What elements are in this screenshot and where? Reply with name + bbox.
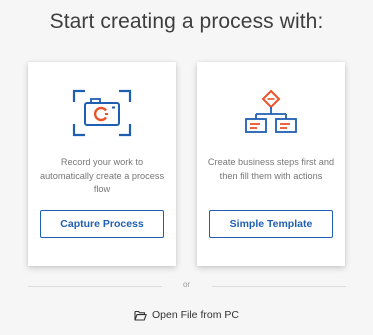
camera-capture-icon (28, 88, 176, 148)
divider-right (212, 286, 346, 287)
creation-options: Record your work to automatically create… (28, 62, 345, 266)
simple-template-button[interactable]: Simple Template (209, 210, 333, 238)
start-screen: Start creating a process with: Record yo… (0, 0, 373, 335)
open-file-button[interactable]: Open File from PC (134, 307, 239, 323)
flowchart-template-icon (197, 88, 345, 148)
capture-process-card[interactable]: Record your work to automatically create… (28, 62, 176, 266)
page-title: Start creating a process with: (49, 10, 324, 33)
capture-process-description: Record your work to automatically create… (39, 157, 165, 195)
folder-open-icon (134, 310, 147, 321)
simple-template-card[interactable]: Create business steps first and then fil… (197, 62, 345, 266)
capture-process-button[interactable]: Capture Process (40, 210, 164, 238)
simple-template-description: Create business steps first and then fil… (207, 157, 335, 181)
open-file-label: Open File from PC (152, 309, 239, 321)
divider-or-label: or (182, 280, 191, 289)
